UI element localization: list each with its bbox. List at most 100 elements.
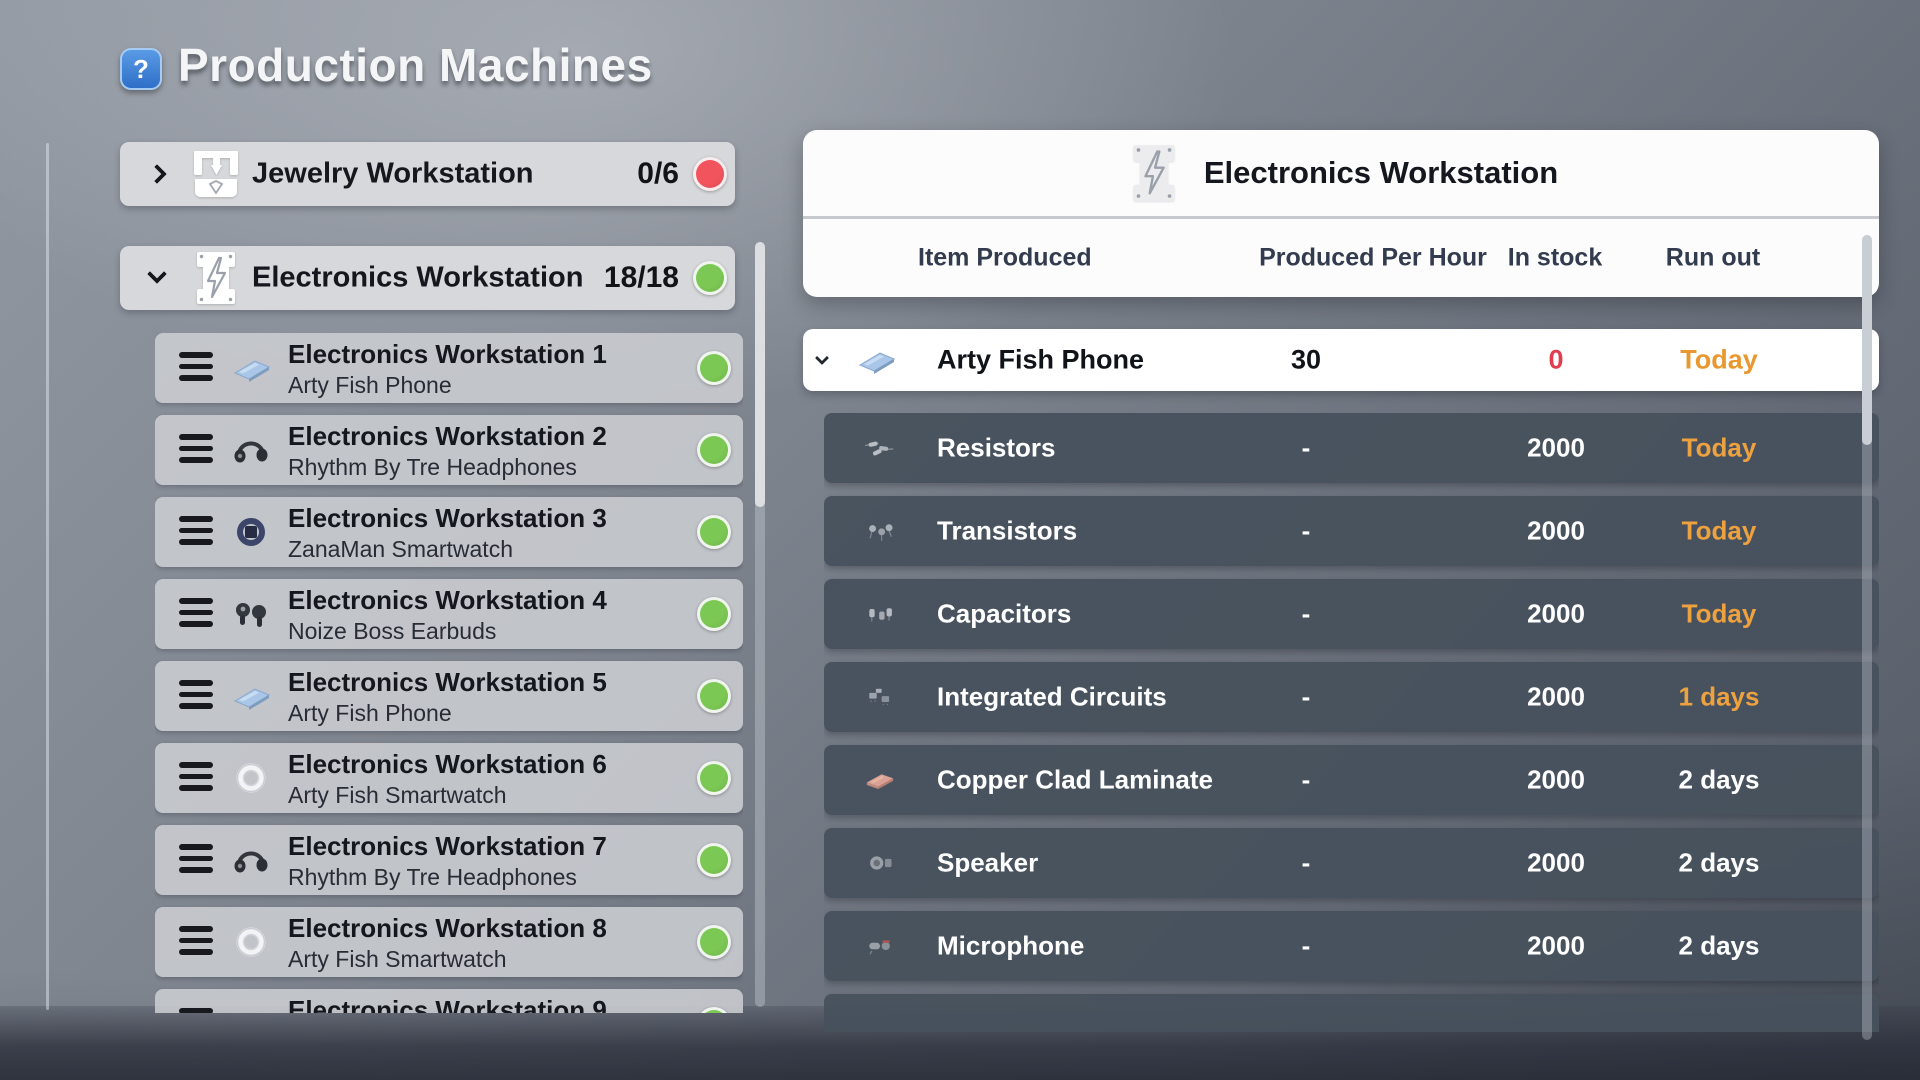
chevron-down-icon[interactable] — [815, 351, 829, 365]
integrated-circuits-icon — [855, 683, 905, 711]
machine-title: Electronics Workstation 8 — [288, 914, 607, 944]
watch-white-icon — [225, 925, 277, 959]
item-name: Transistors — [937, 516, 1077, 547]
machine-title: Electronics Workstation 9 — [288, 996, 607, 1013]
ingredient-row: Integrated Circuits - 2000 1 days — [824, 662, 1879, 732]
drag-handle-icon[interactable] — [179, 844, 213, 873]
drag-handle-icon[interactable] — [179, 434, 213, 463]
machine-row[interactable]: Electronics Workstation 1 Arty Fish Phon… — [155, 333, 743, 403]
in-stock-value: 2000 — [1527, 682, 1585, 713]
drag-handle-icon[interactable] — [179, 516, 213, 545]
group-row-electronics-workstation[interactable]: Electronics Workstation 18/18 — [120, 246, 735, 310]
ingredient-row: Speaker - 2000 2 days — [824, 828, 1879, 898]
run-out-value: Today — [1680, 345, 1758, 376]
ingredient-row: Capacitors - 2000 Today — [824, 579, 1879, 649]
run-out-value: 2 days — [1679, 848, 1760, 879]
drag-handle-icon[interactable] — [179, 1008, 213, 1013]
ingredient-row: Copper Clad Laminate - 2000 2 days — [824, 745, 1879, 815]
machine-product: Arty Fish Phone — [288, 372, 607, 399]
chevron-down-icon[interactable] — [147, 264, 167, 284]
item-name: Speaker — [937, 848, 1038, 879]
machine-product: Arty Fish Phone — [288, 700, 607, 727]
help-button[interactable]: ? — [120, 48, 162, 90]
machine-product: Arty Fish Smartwatch — [288, 782, 607, 809]
machine-text: Electronics Workstation 1 Arty Fish Phon… — [288, 340, 607, 399]
drag-handle-icon[interactable] — [179, 680, 213, 709]
phone-icon — [225, 679, 277, 713]
column-headers: Item Produced Produced Per Hour In stock… — [803, 219, 1879, 297]
panel-scrollbar-thumb[interactable] — [1862, 235, 1872, 445]
earbuds-icon — [225, 597, 277, 631]
group-row-jewelry-workstation[interactable]: Jewelry Workstation 0/6 — [120, 142, 735, 206]
transistors-icon — [855, 517, 905, 545]
machine-product: Arty Fish Smartwatch — [288, 946, 607, 973]
drag-handle-icon[interactable] — [179, 762, 213, 791]
produced-per-hour-value: - — [1302, 765, 1311, 796]
machine-product: ZanaMan Smartwatch — [288, 536, 607, 563]
produced-per-hour-value: - — [1302, 848, 1311, 879]
produced-per-hour-value: - — [1302, 931, 1311, 962]
machine-title: Electronics Workstation 1 — [288, 340, 607, 370]
machine-row[interactable]: Electronics Workstation 8 Arty Fish Smar… — [155, 907, 743, 977]
capacitors-icon — [855, 600, 905, 628]
machine-row[interactable]: Electronics Workstation 4 Noize Boss Ear… — [155, 579, 743, 649]
sidebar-guideline — [46, 143, 49, 1010]
item-name: Arty Fish Phone — [937, 345, 1144, 376]
ingredient-row: Microphone - 2000 2 days — [824, 911, 1879, 981]
group-count: 0/6 — [637, 157, 679, 191]
sidebar-scrollbar-thumb[interactable] — [755, 242, 765, 507]
status-dot-green — [697, 515, 731, 549]
status-dot-red — [693, 157, 727, 191]
run-out-value: Today — [1682, 433, 1757, 464]
item-name: Resistors — [937, 433, 1056, 464]
machine-text: Electronics Workstation 8 Arty Fish Smar… — [288, 914, 607, 973]
headphones-icon — [225, 843, 277, 877]
in-stock-value: 2000 — [1527, 516, 1585, 547]
machine-row[interactable]: Electronics Workstation 9 — [155, 989, 743, 1013]
production-machines-screen: ? Production Machines Jewelry Workstatio… — [0, 0, 1920, 1080]
run-out-value: 2 days — [1679, 931, 1760, 962]
electronics-machine-icon — [188, 250, 244, 306]
phone-icon — [225, 351, 277, 385]
help-icon: ? — [133, 54, 149, 85]
ingredient-list: Resistors - 2000 Today Transistors - 2000… — [824, 413, 1879, 1032]
machine-text: Electronics Workstation 7 Rhythm By Tre … — [288, 832, 607, 891]
machine-title: Electronics Workstation 4 — [288, 586, 607, 616]
machine-row[interactable]: Electronics Workstation 7 Rhythm By Tre … — [155, 825, 743, 895]
in-stock-value: 2000 — [1527, 931, 1585, 962]
arty-fish-phone-icon — [850, 343, 902, 377]
machine-text: Electronics Workstation 5 Arty Fish Phon… — [288, 668, 607, 727]
drag-handle-icon[interactable] — [179, 352, 213, 381]
produced-per-hour-value: - — [1302, 516, 1311, 547]
machine-row[interactable]: Electronics Workstation 2 Rhythm By Tre … — [155, 415, 743, 485]
item-name: Microphone — [937, 931, 1084, 962]
in-stock-value: 2000 — [1527, 765, 1585, 796]
produced-item-row[interactable]: Arty Fish Phone 30 0 Today — [803, 329, 1879, 391]
headphones-icon — [225, 433, 277, 467]
machine-text: Electronics Workstation 2 Rhythm By Tre … — [288, 422, 607, 481]
page-title: Production Machines — [178, 38, 653, 92]
item-name: Capacitors — [937, 599, 1071, 630]
status-dot-green — [697, 679, 731, 713]
column-header-in-stock: In stock — [1508, 244, 1602, 273]
drag-handle-icon[interactable] — [179, 926, 213, 955]
run-out-value: Today — [1682, 516, 1757, 547]
copper-clad-laminate-icon — [855, 766, 905, 794]
group-count: 18/18 — [604, 261, 679, 295]
group-label: Jewelry Workstation — [252, 158, 534, 191]
status-dot-green — [697, 1007, 731, 1013]
machine-row[interactable]: Electronics Workstation 6 Arty Fish Smar… — [155, 743, 743, 813]
status-dot-green — [697, 925, 731, 959]
machine-product: Noize Boss Earbuds — [288, 618, 607, 645]
drag-handle-icon[interactable] — [179, 598, 213, 627]
panel-title: Electronics Workstation — [1204, 155, 1558, 191]
machine-row[interactable]: Electronics Workstation 5 Arty Fish Phon… — [155, 661, 743, 731]
machine-row[interactable]: Electronics Workstation 3 ZanaMan Smartw… — [155, 497, 743, 567]
group-label: Electronics Workstation — [252, 262, 583, 295]
item-name: Integrated Circuits — [937, 682, 1167, 713]
produced-per-hour-value: - — [1302, 682, 1311, 713]
jewelry-machine-icon — [188, 146, 244, 202]
ingredient-row-partial — [824, 994, 1879, 1032]
microphone-icon — [855, 932, 905, 960]
chevron-right-icon[interactable] — [147, 164, 167, 184]
